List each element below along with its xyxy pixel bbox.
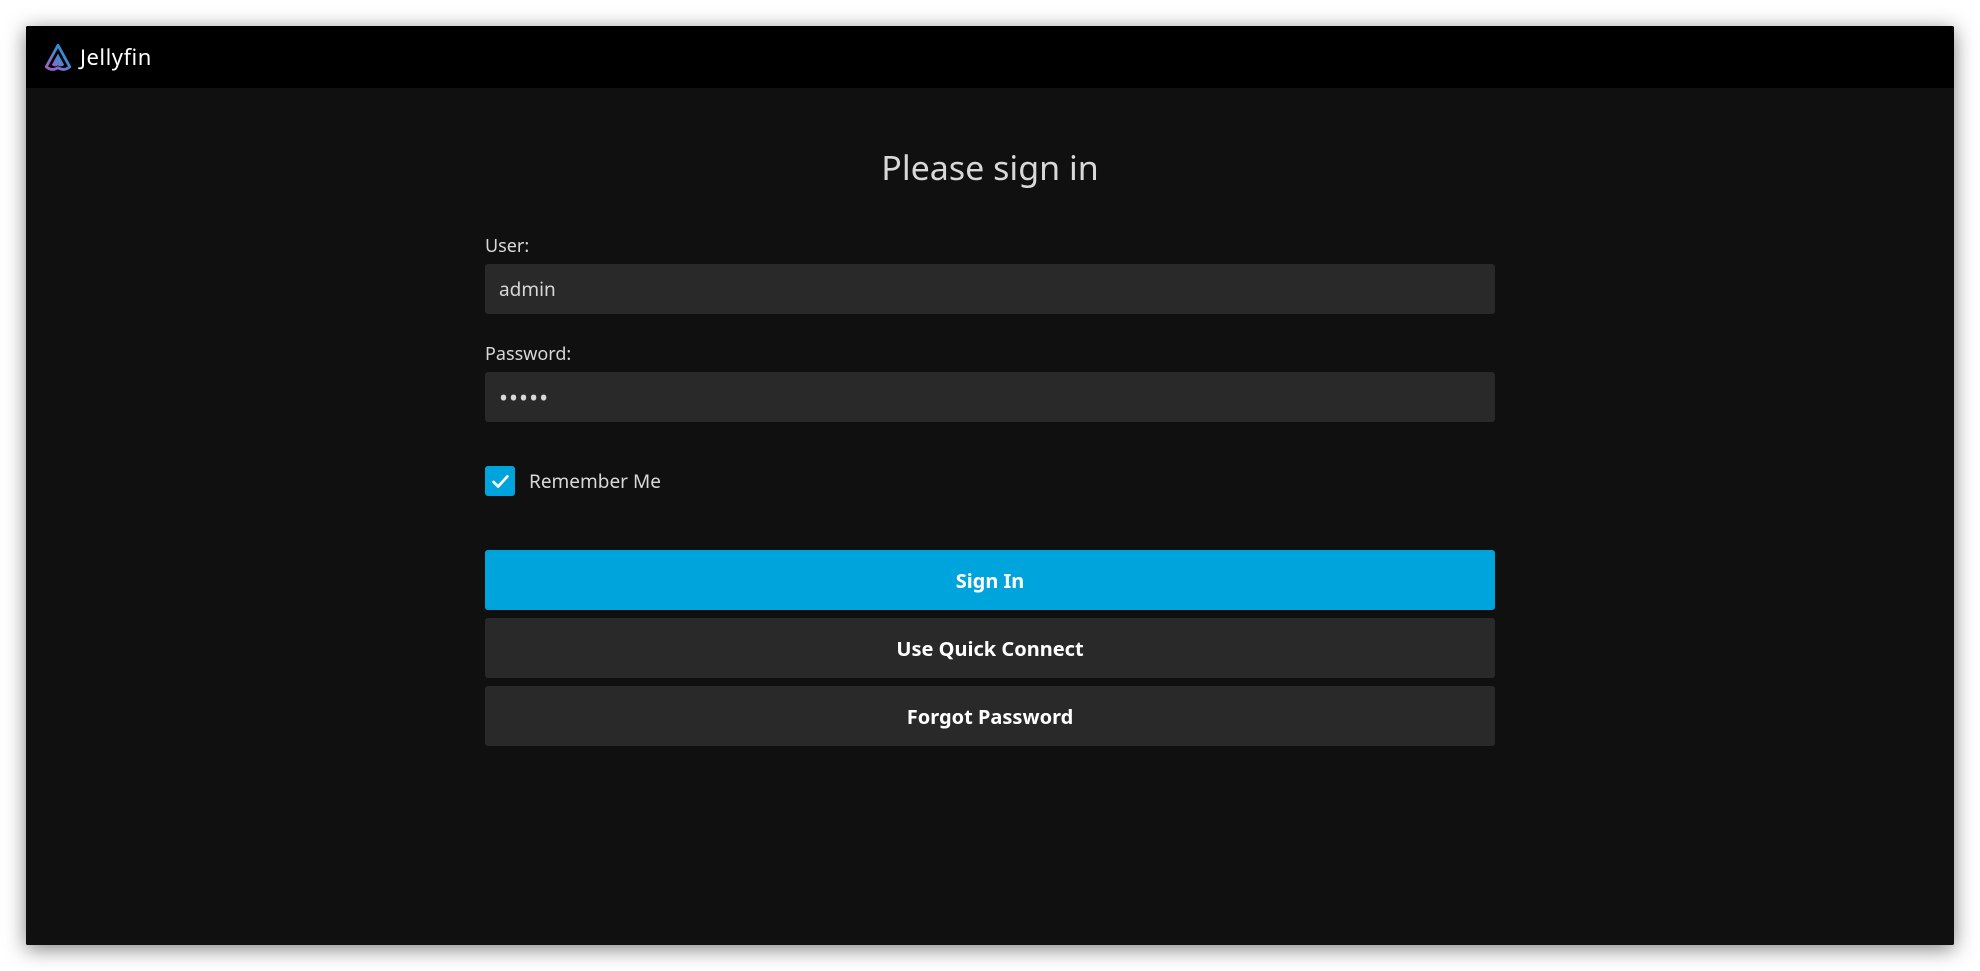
login-form: User: Password: Remember Me xyxy=(485,234,1495,754)
checkmark-icon xyxy=(489,470,511,492)
jellyfin-logo-icon xyxy=(44,43,72,71)
user-input[interactable] xyxy=(485,264,1495,314)
logo[interactable]: Jellyfin xyxy=(44,42,152,72)
password-label: Password: xyxy=(485,342,1495,366)
user-label: User: xyxy=(485,234,1495,258)
app-header: Jellyfin xyxy=(26,26,1954,88)
remember-me-group[interactable]: Remember Me xyxy=(485,466,1495,496)
forgot-password-button[interactable]: Forgot Password xyxy=(485,686,1495,746)
main-content: Please sign in User: Password: xyxy=(26,88,1954,945)
password-field-group: Password: xyxy=(485,342,1495,422)
sign-in-button[interactable]: Sign In xyxy=(485,550,1495,610)
remember-me-checkbox[interactable] xyxy=(485,466,515,496)
remember-me-label: Remember Me xyxy=(529,468,661,494)
user-field-group: User: xyxy=(485,234,1495,314)
password-input[interactable] xyxy=(485,372,1495,422)
app-name: Jellyfin xyxy=(80,42,152,72)
page-title: Please sign in xyxy=(881,144,1099,190)
quick-connect-button[interactable]: Use Quick Connect xyxy=(485,618,1495,678)
